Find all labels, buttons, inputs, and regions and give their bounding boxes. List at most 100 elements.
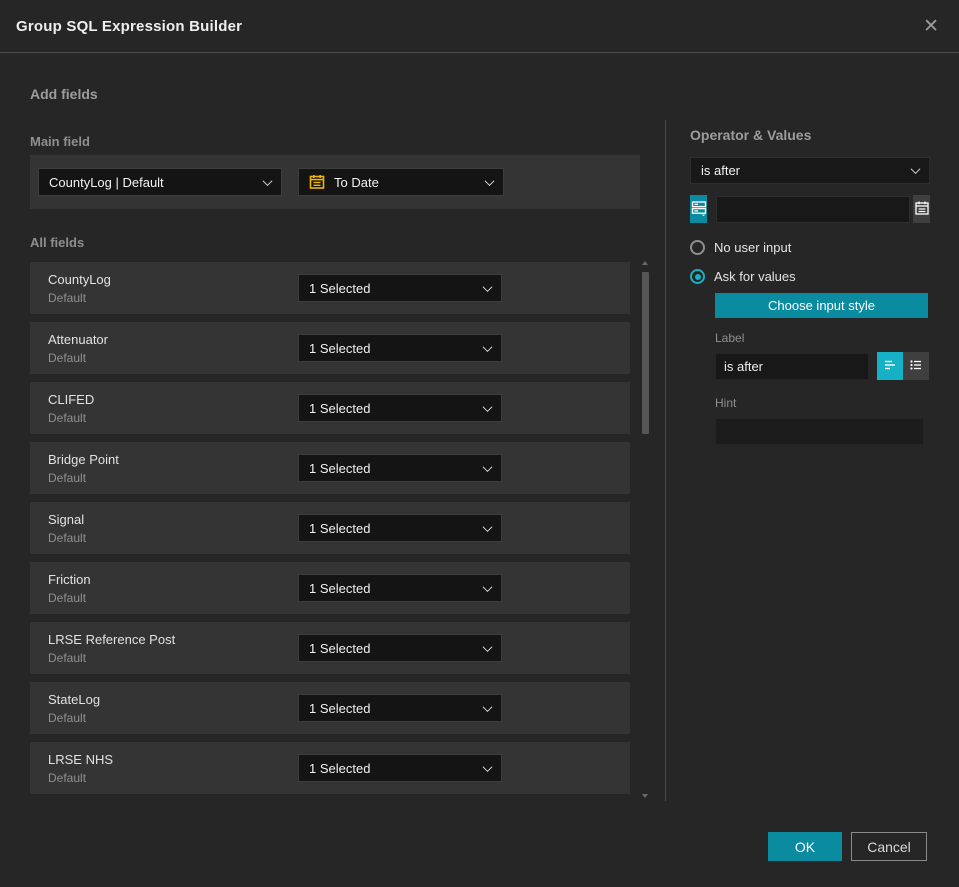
unique-values-button[interactable]	[690, 195, 707, 223]
field-values-select[interactable]: 1 Selected	[298, 754, 502, 782]
field-values-select[interactable]: 1 Selected	[298, 394, 502, 422]
field-name: LRSE Reference Post	[48, 631, 176, 647]
field-values-select-value: 1 Selected	[309, 520, 371, 536]
field-subtitle: Default	[48, 530, 87, 545]
chevron-down-icon	[482, 341, 493, 352]
bullet-list-icon	[909, 358, 923, 375]
field-name: Bridge Point	[48, 451, 119, 467]
field-texts: Bridge Point Default	[48, 452, 298, 485]
chevron-down-icon	[910, 164, 921, 175]
field-texts: CountyLog Default	[48, 272, 298, 305]
all-fields-label: All fields	[30, 235, 85, 250]
radio-no-user-input-label: No user input	[714, 240, 792, 255]
chevron-down-icon	[482, 701, 493, 712]
scroll-up-arrow-icon[interactable]	[642, 261, 648, 265]
field-row: Bridge Point Default 1 Selected	[30, 442, 630, 494]
chevron-down-icon	[482, 461, 493, 472]
radio-icon	[690, 240, 705, 255]
field-subtitle: Default	[48, 710, 87, 725]
label-input[interactable]	[715, 352, 869, 380]
chevron-down-icon	[482, 641, 493, 652]
radio-no-user-input[interactable]: No user input	[690, 240, 930, 255]
date-picker-button[interactable]	[913, 195, 930, 223]
single-value-style-button[interactable]	[877, 352, 903, 380]
field-subtitle: Default	[48, 350, 87, 365]
hint-input[interactable]	[715, 418, 924, 445]
all-fields-list: CountyLog Default 1 Selected Attenuator …	[30, 262, 630, 802]
chevron-down-icon	[482, 581, 493, 592]
field-subtitle: Default	[48, 770, 87, 785]
field-values-select[interactable]: 1 Selected	[298, 574, 502, 602]
field-row: Signal Default 1 Selected	[30, 502, 630, 554]
field-name: Signal	[48, 511, 85, 527]
hint-label: Hint	[715, 396, 737, 410]
dialog-title: Group SQL Expression Builder	[16, 17, 243, 35]
field-row: Friction Default 1 Selected	[30, 562, 630, 614]
stacked-values-icon	[691, 200, 707, 219]
field-texts: CLIFED Default	[48, 392, 298, 425]
close-icon[interactable]: ✕	[919, 13, 943, 40]
field-subtitle: Default	[48, 590, 87, 605]
field-row: LRSE NHS Default 1 Selected	[30, 742, 630, 794]
field-values-select[interactable]: 1 Selected	[298, 514, 502, 542]
field-name: StateLog	[48, 691, 101, 707]
field-texts: Friction Default	[48, 572, 298, 605]
field-name: Attenuator	[48, 331, 108, 347]
main-field-label: Main field	[30, 134, 90, 149]
radio-ask-for-values[interactable]: Ask for values	[690, 269, 930, 284]
field-values-select[interactable]: 1 Selected	[298, 274, 502, 302]
main-field-select-value: CountyLog | Default	[49, 174, 164, 190]
field-type-select[interactable]: To Date	[298, 168, 504, 196]
field-texts: Attenuator Default	[48, 332, 298, 365]
field-values-select[interactable]: 1 Selected	[298, 634, 502, 662]
field-texts: Signal Default	[48, 512, 298, 545]
calendar-icon	[309, 174, 325, 190]
align-left-icon	[883, 358, 897, 375]
operator-select[interactable]: is after	[690, 157, 930, 184]
field-row: Attenuator Default 1 Selected	[30, 322, 630, 374]
field-values-select-value: 1 Selected	[309, 640, 371, 656]
field-name: CLIFED	[48, 391, 95, 407]
operator-values-panel: Operator & Values is after No user input…	[690, 127, 930, 445]
chevron-down-icon	[482, 281, 493, 292]
ok-button[interactable]: OK	[768, 832, 842, 861]
field-row: CLIFED Default 1 Selected	[30, 382, 630, 434]
chevron-down-icon	[484, 175, 495, 186]
dialog-header: Group SQL Expression Builder ✕	[0, 0, 959, 53]
list-scrollbar[interactable]	[641, 257, 650, 802]
field-values-select-value: 1 Selected	[309, 340, 371, 356]
chevron-down-icon	[482, 521, 493, 532]
field-type-select-value: To Date	[334, 174, 379, 190]
list-style-button[interactable]	[903, 352, 929, 380]
group-sql-expression-builder-dialog: Group SQL Expression Builder ✕ Add field…	[0, 0, 959, 887]
field-values-select[interactable]: 1 Selected	[298, 454, 502, 482]
field-texts: StateLog Default	[48, 692, 298, 725]
field-values-select-value: 1 Selected	[309, 580, 371, 596]
field-row: LRSE Reference Post Default 1 Selected	[30, 622, 630, 674]
chevron-down-icon	[482, 761, 493, 772]
label-row	[715, 352, 930, 380]
section-title: Add fields	[30, 86, 98, 102]
field-values-select-value: 1 Selected	[309, 760, 371, 776]
field-name: LRSE NHS	[48, 751, 114, 767]
value-row	[690, 195, 930, 223]
field-values-select[interactable]: 1 Selected	[298, 334, 502, 362]
chevron-down-icon	[262, 175, 273, 186]
field-values-select-value: 1 Selected	[309, 400, 371, 416]
value-input[interactable]	[716, 195, 910, 223]
ask-for-values-options: Choose input style Label is after Hint	[715, 284, 930, 445]
main-field-select[interactable]: CountyLog | Default	[38, 168, 282, 196]
radio-ask-for-values-label: Ask for values	[714, 269, 796, 284]
main-field-panel: CountyLog | Default To Date	[30, 155, 640, 209]
field-name: Friction	[48, 571, 91, 587]
operator-values-title: Operator & Values	[690, 127, 812, 143]
field-values-select[interactable]: 1 Selected	[298, 694, 502, 722]
radio-icon	[690, 269, 705, 284]
label-label: Label	[715, 331, 745, 345]
cancel-button[interactable]: Cancel	[851, 832, 927, 861]
scrollbar-thumb[interactable]	[642, 272, 649, 434]
field-name: CountyLog	[48, 271, 111, 287]
scroll-down-arrow-icon[interactable]	[642, 794, 648, 798]
field-subtitle: Default	[48, 410, 87, 425]
choose-input-style-button[interactable]: Choose input style	[715, 293, 928, 318]
